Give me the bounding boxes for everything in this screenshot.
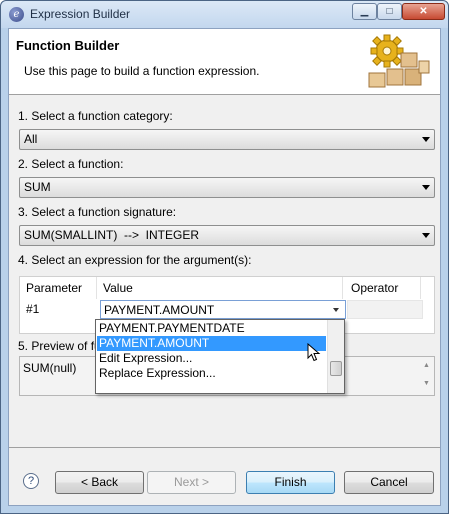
column-header-parameter[interactable]: Parameter — [20, 277, 97, 299]
signature-label: 3. Select a function signature: — [18, 205, 177, 219]
eclipse-app-icon: e — [9, 7, 24, 22]
close-button[interactable]: ✕ — [402, 3, 445, 20]
function-combo[interactable]: SUM — [19, 177, 435, 198]
parameter-cell: #1 — [26, 302, 40, 316]
wizard-header: Function Builder Use this page to build … — [9, 29, 440, 95]
signature-value: SUM(SMALLINT) --> INTEGER — [24, 228, 200, 242]
value-cell-combo[interactable]: PAYMENT.AMOUNT — [100, 300, 346, 319]
function-label: 2. Select a function: — [18, 157, 124, 171]
back-button[interactable]: < Back — [55, 471, 144, 494]
dropdown-item[interactable]: PAYMENT.PAYMENTDATE — [97, 321, 326, 336]
dropdown-item[interactable]: Edit Expression... — [97, 351, 326, 366]
function-value: SUM — [24, 180, 51, 194]
signature-combo[interactable]: SUM(SMALLINT) --> INTEGER — [19, 225, 435, 246]
category-label: 1. Select a function category: — [18, 109, 173, 123]
title-bar[interactable]: e Expression Builder ▁ □ ✕ — [1, 1, 448, 28]
expression-builder-window: e Expression Builder ▁ □ ✕ Function Buil… — [0, 0, 449, 514]
chevron-down-icon — [422, 185, 430, 190]
chevron-down-icon — [422, 233, 430, 238]
dropdown-item-selected[interactable]: PAYMENT.AMOUNT — [97, 336, 326, 351]
column-header-operator[interactable]: Operator — [343, 277, 421, 299]
category-combo[interactable]: All — [19, 129, 435, 150]
dropdown-scrollbar[interactable] — [327, 320, 344, 393]
window-title: Expression Builder — [30, 7, 131, 21]
finish-button[interactable]: Finish — [246, 471, 335, 494]
footer-separator — [9, 447, 440, 448]
preview-scrollbar[interactable]: ▲ ▼ — [419, 357, 434, 395]
minimize-button[interactable]: ▁ — [352, 3, 377, 20]
category-value: All — [24, 132, 38, 146]
next-button[interactable]: Next > — [147, 471, 236, 494]
maximize-button[interactable]: □ — [377, 3, 402, 20]
preview-label: 5. Preview of fu — [18, 339, 105, 353]
chevron-down-icon — [422, 137, 430, 142]
help-icon[interactable]: ? — [23, 473, 39, 489]
page-title: Function Builder — [16, 38, 120, 53]
column-header-value[interactable]: Value — [97, 277, 343, 299]
argument-label: 4. Select an expression for the argument… — [18, 253, 252, 267]
scrollbar-thumb[interactable] — [330, 361, 342, 376]
chevron-down-icon — [333, 308, 339, 312]
mouse-pointer-icon — [307, 343, 321, 362]
function-builder-icon — [368, 34, 430, 88]
dialog-client-area: Function Builder Use this page to build … — [8, 28, 441, 506]
operator-cell[interactable] — [347, 300, 423, 319]
dropdown-item[interactable]: Replace Expression... — [97, 366, 326, 381]
value-cell-text: PAYMENT.AMOUNT — [104, 303, 215, 317]
page-description: Use this page to build a function expres… — [24, 64, 260, 78]
cancel-button[interactable]: Cancel — [344, 471, 434, 494]
gear-icon — [370, 34, 404, 68]
preview-value: SUM(null) — [23, 361, 77, 375]
